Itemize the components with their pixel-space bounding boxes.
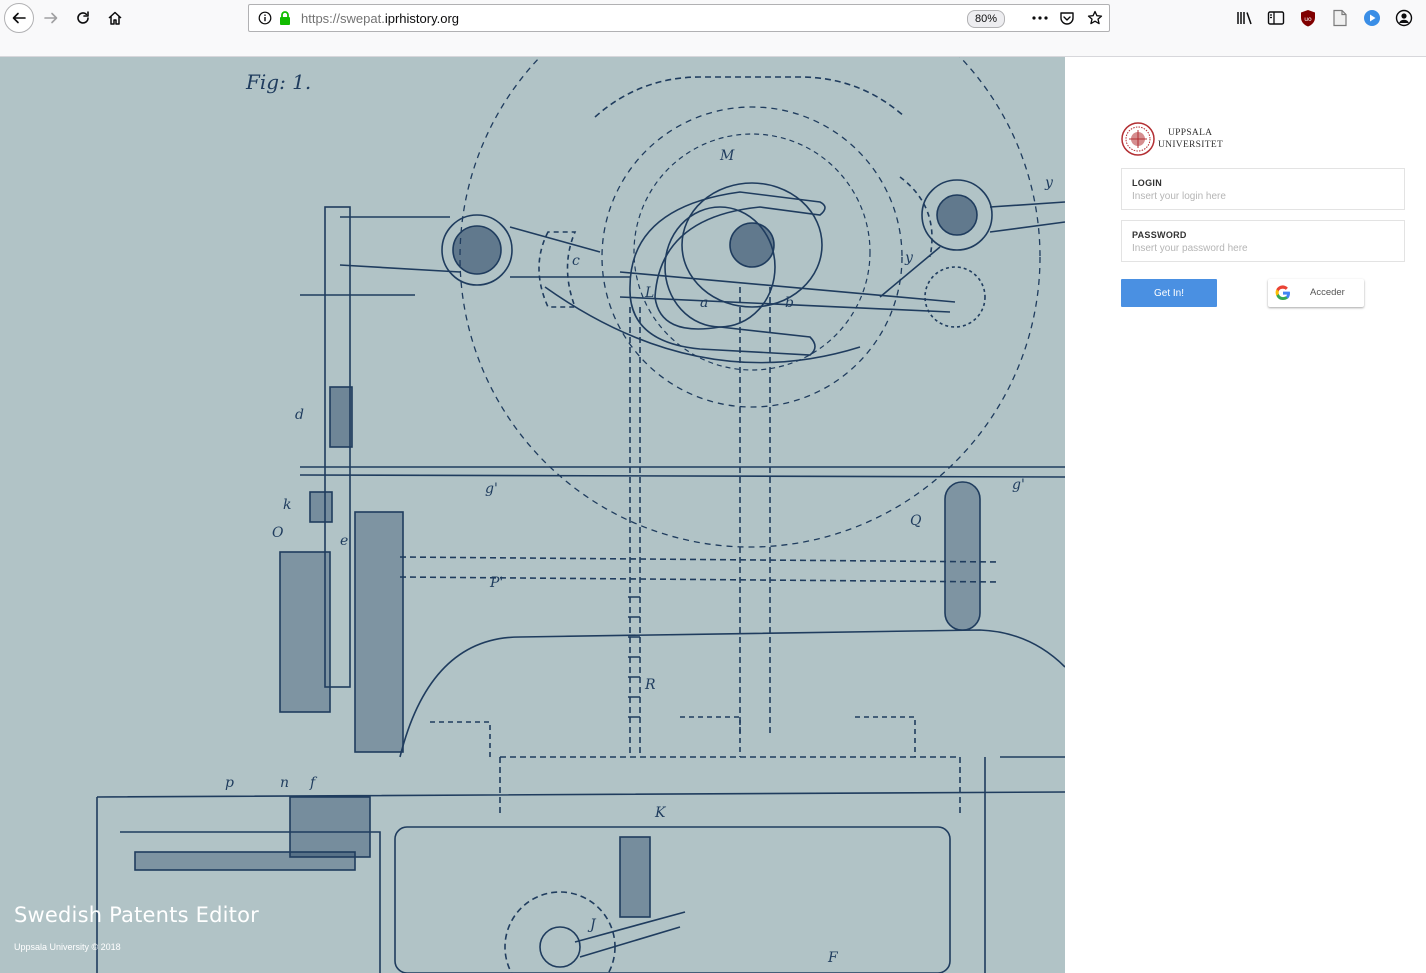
google-icon [1275,285,1291,304]
star-icon[interactable] [1087,10,1103,26]
svg-text:g': g' [485,481,498,497]
login-label: LOGIN [1132,178,1162,188]
figure-label: Fig: 1. [245,70,311,94]
back-button[interactable] [4,3,34,33]
sidebar-icon[interactable] [1267,10,1285,26]
svg-text:y: y [904,250,914,266]
password-field[interactable]: PASSWORD [1121,220,1405,262]
lock-icon[interactable] [278,10,292,26]
google-signin-button[interactable]: Acceder [1268,279,1364,307]
svg-text:f: f [309,775,318,791]
svg-text:a: a [700,295,708,311]
svg-text:P': P' [489,575,503,591]
svg-text:y: y [1044,175,1054,191]
password-input[interactable] [1132,243,1392,254]
copyright-text: Uppsala University © 2018 [14,942,121,952]
home-icon [108,11,122,25]
back-arrow-icon [12,12,26,24]
url-text[interactable]: https://swepat.iprhistory.org [301,11,459,26]
login-field[interactable]: LOGIN [1121,168,1405,210]
svg-text:n: n [280,775,289,791]
logo-line-1: UPPSALA [1168,128,1213,138]
more-icon[interactable] [1031,11,1049,25]
address-bar[interactable]: https://swepat.iprhistory.org 80% [248,4,1110,32]
patent-drawing-image: M c L a b y y d k O e P' g' g' Q R K p n… [96,57,1065,973]
uppsala-logo-icon [1121,122,1155,156]
login-panel: UPPSALA UNIVERSITET LOGIN PASSWORD Get I… [1065,57,1426,973]
pocket-icon[interactable] [1059,10,1075,26]
play-icon[interactable] [1363,9,1381,27]
forward-button[interactable] [37,4,65,32]
svg-text:F: F [827,950,839,966]
reader-icon[interactable] [1332,9,1348,27]
svg-text:J: J [587,917,597,933]
home-button[interactable] [101,4,129,32]
ublock-icon[interactable]: uo [1299,9,1317,27]
zoom-indicator[interactable]: 80% [967,10,1006,28]
svg-text:e: e [340,533,348,549]
account-icon[interactable] [1395,9,1413,27]
logo-wordmark: UPPSALA UNIVERSITET [1158,127,1223,151]
google-signin-label: Acceder [1310,287,1345,298]
browser-toolbar: https://swepat.iprhistory.org 80% uo [0,0,1426,57]
svg-text:uo: uo [1304,16,1312,23]
svg-text:c: c [572,253,580,269]
hero-background: M c L a b y y d k O e P' g' g' Q R K p n… [0,57,1065,973]
svg-text:O: O [272,525,284,541]
svg-text:M: M [719,148,735,164]
svg-text:K: K [654,805,667,821]
svg-text:p: p [225,775,234,791]
library-icon[interactable] [1236,10,1254,26]
app-title: Swedish Patents Editor [14,903,259,927]
login-input[interactable] [1132,191,1392,202]
svg-text:g': g' [1012,477,1025,493]
svg-text:d: d [295,407,304,423]
logo-line-2: UNIVERSITET [1158,140,1224,150]
forward-arrow-icon [44,12,58,24]
get-in-button[interactable]: Get In! [1121,279,1217,307]
info-icon[interactable] [258,11,272,25]
svg-text:Q: Q [910,513,922,529]
svg-text:R: R [644,677,656,693]
reload-button[interactable] [69,4,97,32]
svg-text:k: k [283,497,291,513]
svg-text:L: L [644,285,654,301]
svg-text:b: b [785,295,794,311]
reload-icon [77,11,89,24]
password-label: PASSWORD [1132,230,1187,240]
